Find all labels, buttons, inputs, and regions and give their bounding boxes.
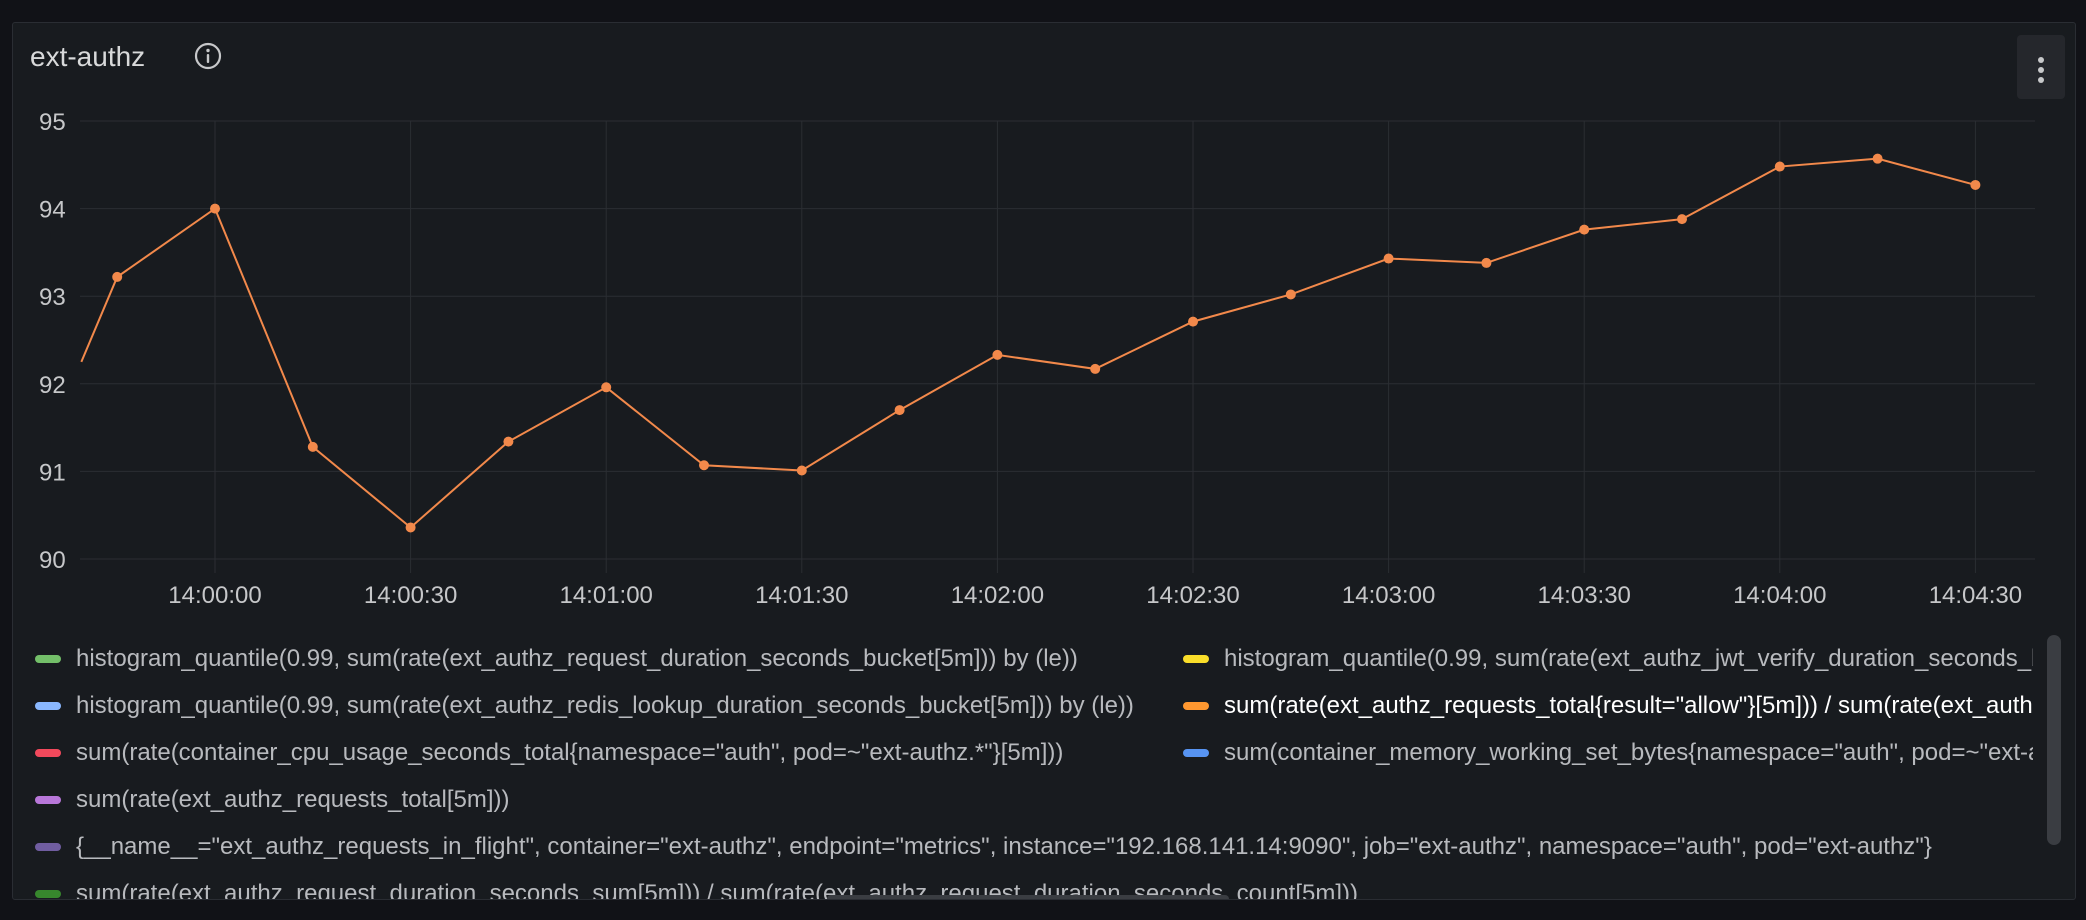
x-tick-label: 14:03:30 [1537, 582, 1630, 609]
legend-horizontal-scrollbar[interactable] [827, 895, 1229, 899]
legend-swatch [35, 843, 61, 851]
legend-label: sum(rate(ext_authz_requests_total[5m])) [76, 786, 510, 813]
data-point[interactable] [1188, 316, 1198, 327]
x-tick-label: 14:00:30 [364, 582, 457, 609]
legend-swatch [35, 702, 61, 710]
legend-label: histogram_quantile(0.99, sum(rate(ext_au… [1224, 645, 2033, 672]
legend-label: sum(rate(ext_authz_requests_total{result… [1224, 692, 2033, 719]
x-tick-label: 14:02:30 [1146, 582, 1239, 609]
y-tick-label: 91 [39, 459, 66, 486]
data-point[interactable] [992, 349, 1003, 360]
x-tick-label: 14:03:00 [1342, 582, 1435, 609]
data-point[interactable] [1285, 289, 1296, 300]
data-point[interactable] [1677, 214, 1687, 225]
legend-label: {__name__="ext_authz_requests_in_flight"… [76, 833, 1932, 860]
legend-swatch [1183, 749, 1209, 757]
data-point[interactable] [405, 522, 416, 533]
legend: histogram_quantile(0.99, sum(rate(ext_au… [13, 627, 2033, 899]
legend-vertical-scrollbar[interactable] [2047, 635, 2061, 845]
y-tick-label: 95 [39, 109, 66, 136]
x-tick-label: 14:01:30 [755, 582, 848, 609]
data-point[interactable] [894, 405, 905, 416]
data-point[interactable] [1579, 224, 1590, 235]
data-point[interactable] [699, 460, 709, 471]
x-tick-label: 14:04:30 [1929, 582, 2022, 609]
legend-label: histogram_quantile(0.99, sum(rate(ext_au… [76, 645, 1078, 672]
y-tick-label: 94 [39, 197, 66, 224]
data-point[interactable] [601, 382, 612, 393]
x-tick-label: 14:00:00 [168, 582, 261, 609]
legend-swatch [35, 749, 61, 757]
time-series-chart[interactable]: 95 94 93 92 91 90 14:00:00 14:00:30 14:01:00 14:0… [13, 23, 2075, 627]
data-point[interactable] [503, 436, 514, 447]
y-tick-label: 90 [39, 547, 66, 574]
legend-label: histogram_quantile(0.99, sum(rate(ext_au… [76, 692, 1134, 719]
legend-swatch [35, 796, 61, 804]
legend-swatch [1183, 655, 1209, 663]
legend-swatch [35, 890, 61, 898]
y-tick-label: 92 [39, 372, 66, 399]
x-tick-label: 14:02:00 [951, 582, 1044, 609]
legend-label: sum(container_memory_working_set_bytes{n… [1224, 739, 2033, 766]
legend-swatch [35, 655, 61, 663]
data-point[interactable] [307, 441, 318, 452]
x-tick-label: 14:01:00 [559, 582, 652, 609]
data-point[interactable] [796, 465, 807, 476]
panel: ext-authz 95 94 93 92 91 90 14:00:00 14:00:30 14… [12, 22, 2076, 900]
data-point[interactable] [1970, 179, 1981, 190]
legend-label: sum(rate(container_cpu_usage_seconds_tot… [76, 739, 1064, 766]
data-point[interactable] [1383, 253, 1394, 264]
series-group [80, 153, 1981, 533]
data-point[interactable] [1774, 161, 1785, 172]
x-tick-label: 14:04:00 [1733, 582, 1826, 609]
data-point[interactable] [1481, 257, 1492, 268]
data-point[interactable] [1090, 363, 1101, 374]
legend-swatch [1183, 702, 1209, 710]
data-point[interactable] [112, 271, 123, 282]
y-tick-label: 93 [39, 284, 66, 311]
data-point[interactable] [1872, 153, 1883, 164]
data-point[interactable] [210, 203, 220, 214]
series-line [80, 157, 1976, 529]
